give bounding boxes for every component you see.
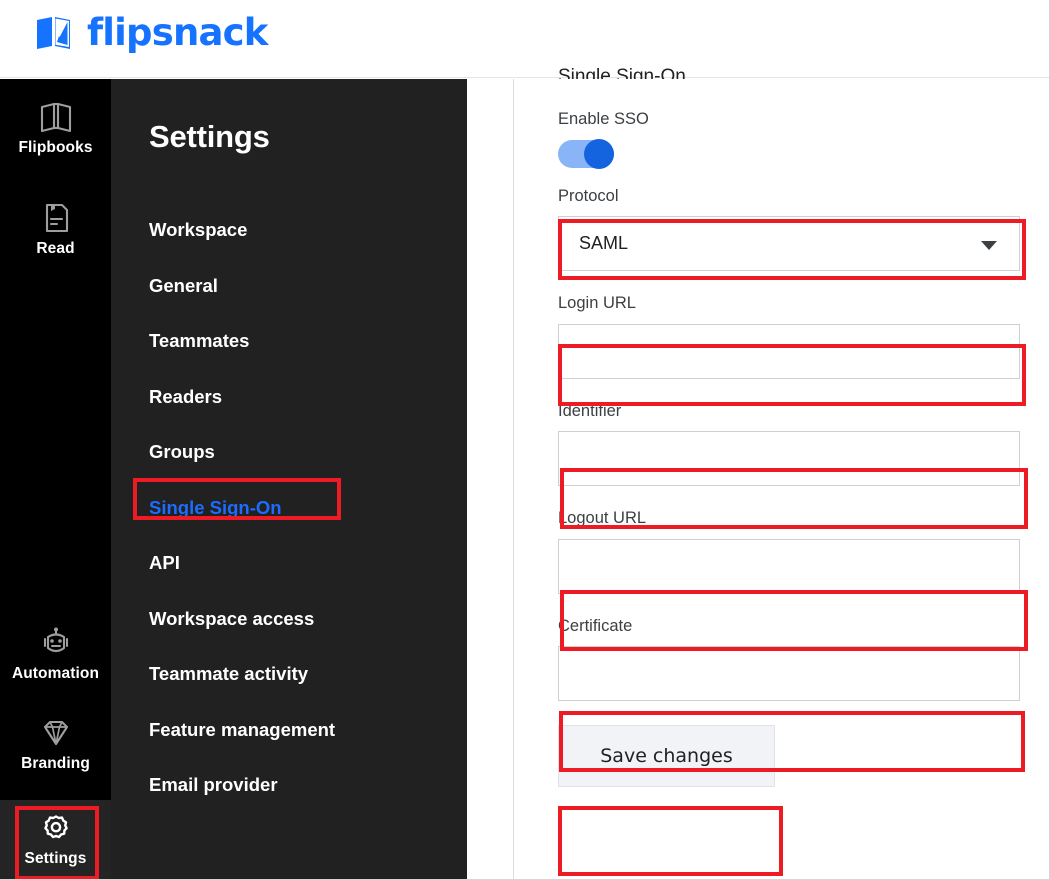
settings-menu-item-teammates[interactable]: Teammates [111,313,467,369]
rail-item-branding[interactable]: Branding [0,709,111,778]
certificate-input[interactable] [558,646,1020,701]
protocol-select[interactable]: SAML [558,216,1020,271]
toggle-knob [584,139,614,169]
settings-panel-title: Settings [149,119,270,155]
save-changes-button[interactable]: Save changes [558,725,775,787]
rail-item-automation[interactable]: Automation [0,619,111,688]
rail-label-read: Read [36,241,74,257]
settings-menu-item-api[interactable]: API [111,535,467,591]
settings-menu-item-general[interactable]: General [111,258,467,314]
rail-label-automation: Automation [12,666,99,682]
main-content: Single Sign-On Enable SSO Protocol SAML … [468,79,1050,880]
logout-url-group: Logout URL [558,510,1028,594]
brand-logo[interactable]: flipsnack [36,14,268,51]
chevron-down-icon [981,241,997,250]
document-icon [39,202,73,234]
logout-url-label: Logout URL [558,510,1028,527]
settings-menu-item-workspace-access[interactable]: Workspace access [111,591,467,647]
identifier-group: Identifier [558,403,1028,487]
diamond-icon [39,717,73,749]
gear-icon [39,812,73,844]
settings-menu-item-feature-management[interactable]: Feature management [111,702,467,758]
identifier-input[interactable] [558,431,1020,486]
left-icon-rail: Flipbooks Read [0,79,111,880]
login-url-label: Login URL [558,295,1028,312]
settings-menu-item-groups[interactable]: Groups [111,424,467,480]
rail-item-read[interactable]: Read [0,194,111,263]
settings-menu-item-workspace[interactable]: Workspace [111,202,467,258]
protocol-label: Protocol [558,188,1028,205]
logout-url-input[interactable] [558,539,1020,594]
open-book-icon [39,101,73,133]
certificate-label: Certificate [558,618,1028,635]
login-url-group: Login URL [558,295,1028,379]
open-book-pen-icon [36,15,78,51]
identifier-label: Identifier [558,403,1028,420]
rail-label-flipbooks: Flipbooks [18,140,92,156]
rail-item-flipbooks[interactable]: Flipbooks [0,93,111,162]
enable-sso-toggle[interactable] [558,140,614,168]
settings-menu-item-single-sign-on[interactable]: Single Sign-On [111,480,467,536]
sso-section-heading: Single Sign-On [558,66,686,79]
settings-nav-panel: Settings Workspace General Teammates Rea… [111,79,467,880]
app-window: flipsnack Flipbooks [0,0,1050,880]
protocol-group: Protocol SAML [558,188,1028,272]
app-header: flipsnack [0,0,1050,78]
rail-label-settings: Settings [25,851,87,867]
settings-menu-item-email-provider[interactable]: Email provider [111,757,467,813]
protocol-selected-value: SAML [579,233,628,254]
robot-icon [39,627,73,659]
enable-sso-group: Enable SSO [558,111,1028,168]
rail-top-group: Flipbooks Read [0,93,111,294]
settings-menu-item-readers[interactable]: Readers [111,369,467,425]
certificate-group: Certificate [558,618,1028,702]
settings-menu: Workspace General Teammates Readers Grou… [111,202,467,813]
login-url-input[interactable] [558,324,1020,379]
brand-name: flipsnack [87,14,268,51]
rail-item-settings[interactable]: Settings [0,800,111,880]
sso-form: Enable SSO Protocol SAML Login URL Ident… [558,111,1028,787]
settings-menu-item-teammate-activity[interactable]: Teammate activity [111,646,467,702]
rail-label-branding: Branding [21,756,90,772]
enable-sso-label: Enable SSO [558,111,1028,128]
rail-bottom-group: Automation Branding Settings [0,619,111,880]
content-divider [513,79,514,880]
